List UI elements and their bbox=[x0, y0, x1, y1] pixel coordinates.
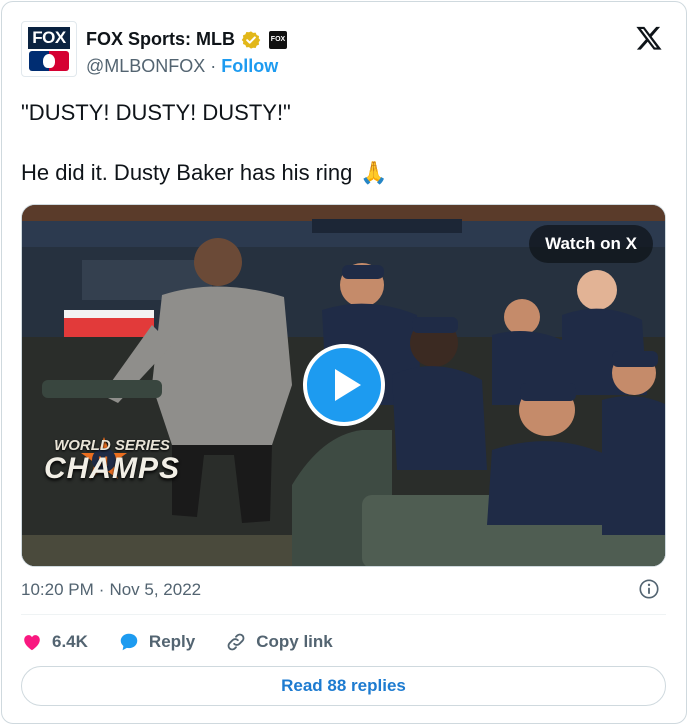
tweet-text-line-2: He did it. Dusty Baker has his ring 🙏 bbox=[21, 160, 388, 186]
avatar-logo-text: FOX bbox=[28, 27, 70, 49]
handle-row: @MLBONFOX · Follow bbox=[86, 56, 278, 77]
tweet-card: FOX FOX Sports: MLB FOX @MLBONFOX · Foll… bbox=[1, 1, 687, 724]
heart-icon bbox=[21, 631, 43, 653]
play-icon bbox=[334, 369, 361, 401]
affiliate-badge-icon[interactable]: FOX bbox=[269, 30, 287, 49]
like-button[interactable]: 6.4K bbox=[21, 631, 88, 653]
handle[interactable]: @MLBONFOX bbox=[86, 56, 205, 77]
handle-separator: · bbox=[210, 56, 217, 76]
overlay-champs-text: CHAMPS bbox=[43, 452, 180, 485]
verified-badge-icon bbox=[241, 30, 261, 49]
display-name[interactable]: FOX Sports: MLB bbox=[86, 29, 235, 50]
divider bbox=[21, 614, 666, 615]
follow-button[interactable]: Follow bbox=[221, 56, 278, 77]
avatar[interactable]: FOX bbox=[21, 21, 77, 77]
tweet-text: He did it. Dusty Baker has his ring bbox=[21, 160, 353, 185]
reply-label: Reply bbox=[148, 632, 196, 651]
tweet-text-line-1: "DUSTY! DUSTY! DUSTY!" bbox=[21, 100, 291, 125]
copy-link-label: Copy link bbox=[256, 632, 333, 651]
world-series-champs-overlay: WORLD SERIES CHAMPS bbox=[42, 437, 182, 484]
author-name-row: FOX Sports: MLB FOX bbox=[86, 29, 287, 50]
video-player[interactable]: H WORLD SERIES CHAMPS Watch on X bbox=[21, 204, 666, 567]
praying-hands-emoji: 🙏 bbox=[360, 160, 388, 185]
info-icon[interactable] bbox=[638, 578, 660, 600]
link-icon bbox=[225, 631, 247, 653]
reply-bubble-icon bbox=[118, 631, 140, 653]
action-bar: 6.4K Reply Copy link bbox=[21, 627, 363, 657]
copy-link-button[interactable]: Copy link bbox=[225, 631, 333, 653]
timestamp-date: Nov 5, 2022 bbox=[109, 580, 202, 599]
read-replies-button[interactable]: Read 88 replies bbox=[21, 666, 666, 706]
tweet-timestamp[interactable]: 10:20 PM · Nov 5, 2022 bbox=[21, 580, 201, 600]
watch-on-x-button[interactable]: Watch on X bbox=[529, 225, 653, 263]
reply-button[interactable]: Reply bbox=[118, 631, 195, 653]
x-logo-icon[interactable] bbox=[635, 24, 663, 52]
timestamp-separator: · bbox=[98, 580, 105, 599]
mlb-logo-icon bbox=[29, 51, 69, 71]
timestamp-time: 10:20 PM bbox=[21, 580, 94, 599]
play-button[interactable] bbox=[303, 344, 385, 426]
like-count: 6.4K bbox=[52, 632, 88, 651]
